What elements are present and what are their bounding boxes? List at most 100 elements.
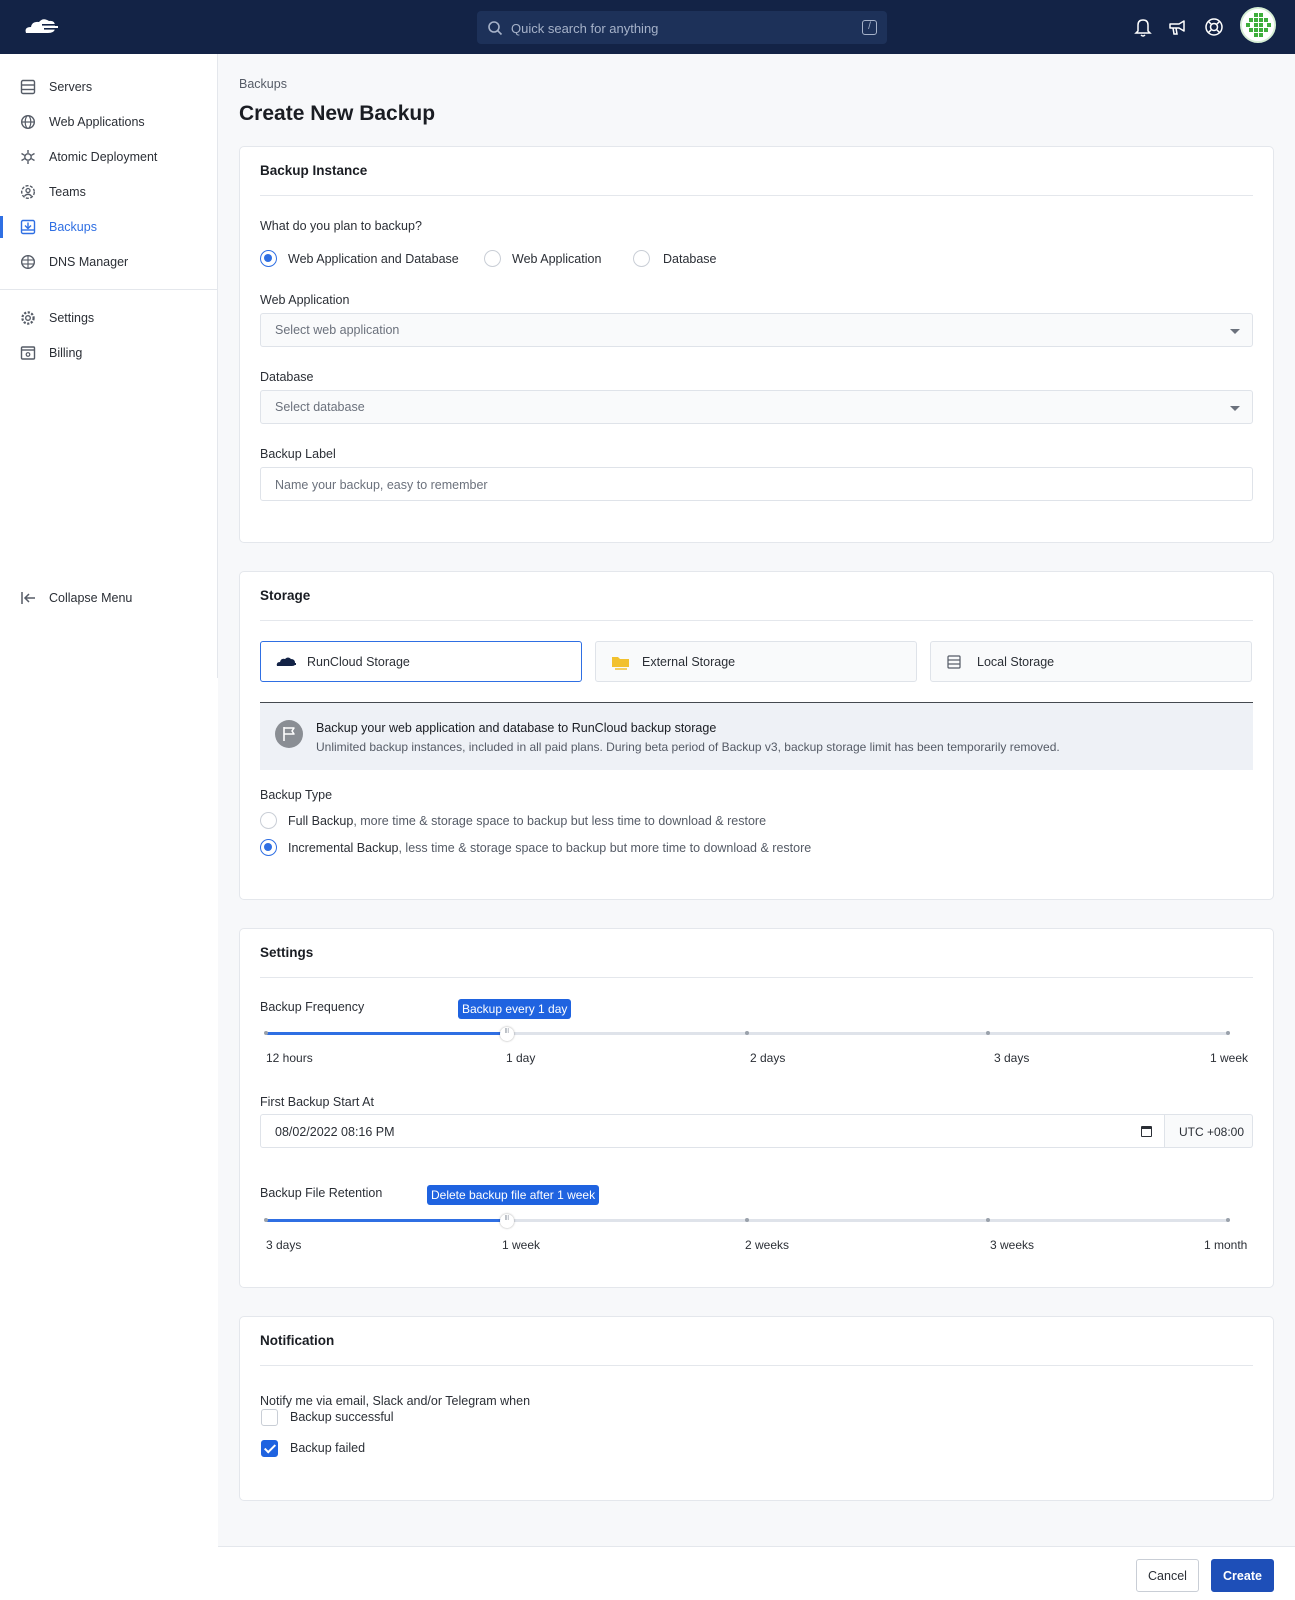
full-backup-option: Full Backup, more time & storage space t… — [288, 814, 766, 828]
radio-web-app-and-database[interactable] — [260, 250, 277, 267]
sidebar-item-label: Billing — [49, 346, 83, 360]
option-label: Web Application — [512, 252, 602, 266]
search-box[interactable]: Quick search for anything / — [477, 11, 887, 44]
slider-handle[interactable] — [499, 1214, 514, 1228]
sidebar-item-billing[interactable]: Billing — [0, 338, 217, 368]
checkbox-backup-successful[interactable] — [261, 1409, 278, 1426]
radio-incremental-backup[interactable] — [260, 839, 277, 856]
bell-icon[interactable] — [1132, 16, 1154, 38]
timezone-value: UTC +08:00 — [1179, 1125, 1245, 1139]
sidebar-item-backups[interactable]: Backups — [0, 212, 217, 242]
gear-icon — [21, 311, 35, 325]
card-divider — [260, 977, 1253, 978]
backup-frequency-slider[interactable] — [264, 1027, 1230, 1041]
chevron-down-icon — [1230, 406, 1240, 411]
first-backup-datetime-input[interactable]: 08/02/2022 08:16 PM — [260, 1114, 1165, 1148]
avatar-pattern-icon — [1242, 9, 1274, 41]
sidebar-item-label: DNS Manager — [49, 255, 129, 269]
sidebar-item-label: Web Applications — [49, 115, 145, 129]
collapse-arrow-icon — [21, 592, 35, 604]
option-label: Database — [663, 252, 717, 266]
radio-full-backup[interactable] — [260, 812, 277, 829]
billing-icon — [20, 346, 36, 360]
backup-type-name: Incremental Backup — [288, 841, 399, 855]
slider-tick — [985, 1031, 990, 1035]
sidebar-separator — [0, 289, 217, 290]
announcement-icon[interactable] — [1167, 16, 1189, 38]
collapse-menu-label: Collapse Menu — [49, 591, 133, 605]
backup-icon — [20, 219, 36, 235]
slider-tick — [264, 1031, 268, 1035]
sidebar-divider — [217, 54, 218, 678]
storage-option-local[interactable]: Local Storage — [930, 641, 1252, 682]
calendar-icon[interactable] — [1141, 1126, 1152, 1137]
checkbox-backup-failed[interactable] — [261, 1440, 278, 1457]
backup-label-label: Backup Label — [260, 447, 336, 461]
storage-option-external[interactable]: External Storage — [595, 641, 917, 682]
slider-tick-label: 12 hours — [266, 1051, 313, 1065]
sidebar-item-servers[interactable]: Servers — [0, 72, 217, 102]
runcloud-logo-icon[interactable] — [22, 16, 60, 38]
cancel-button[interactable]: Cancel — [1136, 1559, 1199, 1592]
sidebar: Servers Web Applications Atomic Deployme… — [0, 54, 218, 1600]
flag-icon — [275, 720, 303, 748]
incremental-backup-option: Incremental Backup, less time & storage … — [288, 841, 811, 855]
dns-icon — [20, 254, 36, 270]
storage-option-runcloud[interactable]: RunCloud Storage — [260, 641, 582, 682]
card-title: Notification — [260, 1333, 335, 1348]
card-divider — [260, 620, 1253, 621]
web-application-label: Web Application — [260, 293, 350, 307]
breadcrumb[interactable]: Backups — [239, 77, 287, 91]
card-title: Settings — [260, 945, 314, 960]
slider-tick-label: 2 weeks — [745, 1238, 790, 1252]
slider-tick — [1226, 1031, 1230, 1035]
notification-card: Notification Notify me via email, Slack … — [239, 1316, 1274, 1501]
sidebar-item-web-applications[interactable]: Web Applications — [0, 107, 217, 137]
page-title: Create New Backup — [239, 102, 436, 125]
sidebar-item-settings[interactable]: Settings — [0, 303, 217, 333]
slider-tick — [985, 1218, 990, 1222]
card-divider — [260, 195, 1253, 196]
slider-tick-label: 3 weeks — [990, 1238, 1035, 1252]
sidebar-item-label: Backups — [49, 220, 97, 234]
backup-label-input[interactable]: Name your backup, easy to remember — [260, 467, 1253, 501]
radio-database[interactable] — [633, 250, 650, 267]
collapse-menu-button[interactable]: Collapse Menu — [0, 583, 217, 613]
backup-retention-label: Backup File Retention — [260, 1186, 383, 1200]
slider-tick-label: 1 week — [502, 1238, 541, 1252]
atom-icon — [21, 150, 35, 164]
help-lifebuoy-icon[interactable] — [1203, 16, 1225, 38]
select-placeholder: Select web application — [275, 323, 400, 337]
backup-type-name: Full Backup — [288, 814, 354, 828]
database-select[interactable]: Select database — [260, 390, 1253, 424]
database-label: Database — [260, 370, 314, 384]
checkbox-label: Backup failed — [290, 1441, 366, 1455]
sidebar-item-label: Settings — [49, 311, 95, 325]
card-title: Storage — [260, 588, 311, 603]
option-label: Web Application and Database — [288, 252, 459, 266]
storage-card: Storage RunCloud Storage External Storag… — [239, 571, 1274, 900]
slider-tick-label: 1 month — [1204, 1238, 1248, 1252]
sidebar-item-atomic-deployment[interactable]: Atomic Deployment — [0, 142, 217, 172]
slider-tick-label: 3 days — [994, 1051, 1030, 1065]
server-icon — [20, 79, 36, 95]
slider-tick — [745, 1031, 749, 1035]
backup-type-desc: , more time & storage space to backup bu… — [353, 814, 767, 828]
backup-type-label: Backup Type — [260, 788, 333, 802]
card-divider — [260, 1365, 1253, 1366]
search-input[interactable]: Quick search for anything — [511, 21, 658, 36]
sidebar-item-label: Teams — [49, 185, 86, 199]
user-avatar[interactable] — [1240, 7, 1276, 43]
web-application-select[interactable]: Select web application — [260, 313, 1253, 347]
radio-web-application[interactable] — [484, 250, 501, 267]
checkbox-label: Backup successful — [290, 1410, 394, 1424]
backup-instance-card: Backup Instance What do you plan to back… — [239, 146, 1274, 543]
sidebar-item-teams[interactable]: Teams — [0, 177, 217, 207]
slider-tick-label: 1 week — [1210, 1051, 1249, 1065]
sidebar-item-dns-manager[interactable]: DNS Manager — [0, 247, 217, 277]
top-bar: Quick search for anything / — [0, 0, 1295, 54]
slider-handle[interactable] — [499, 1027, 514, 1041]
create-button[interactable]: Create — [1211, 1559, 1274, 1592]
backup-retention-slider[interactable] — [264, 1214, 1230, 1228]
slider-tick — [264, 1218, 268, 1222]
